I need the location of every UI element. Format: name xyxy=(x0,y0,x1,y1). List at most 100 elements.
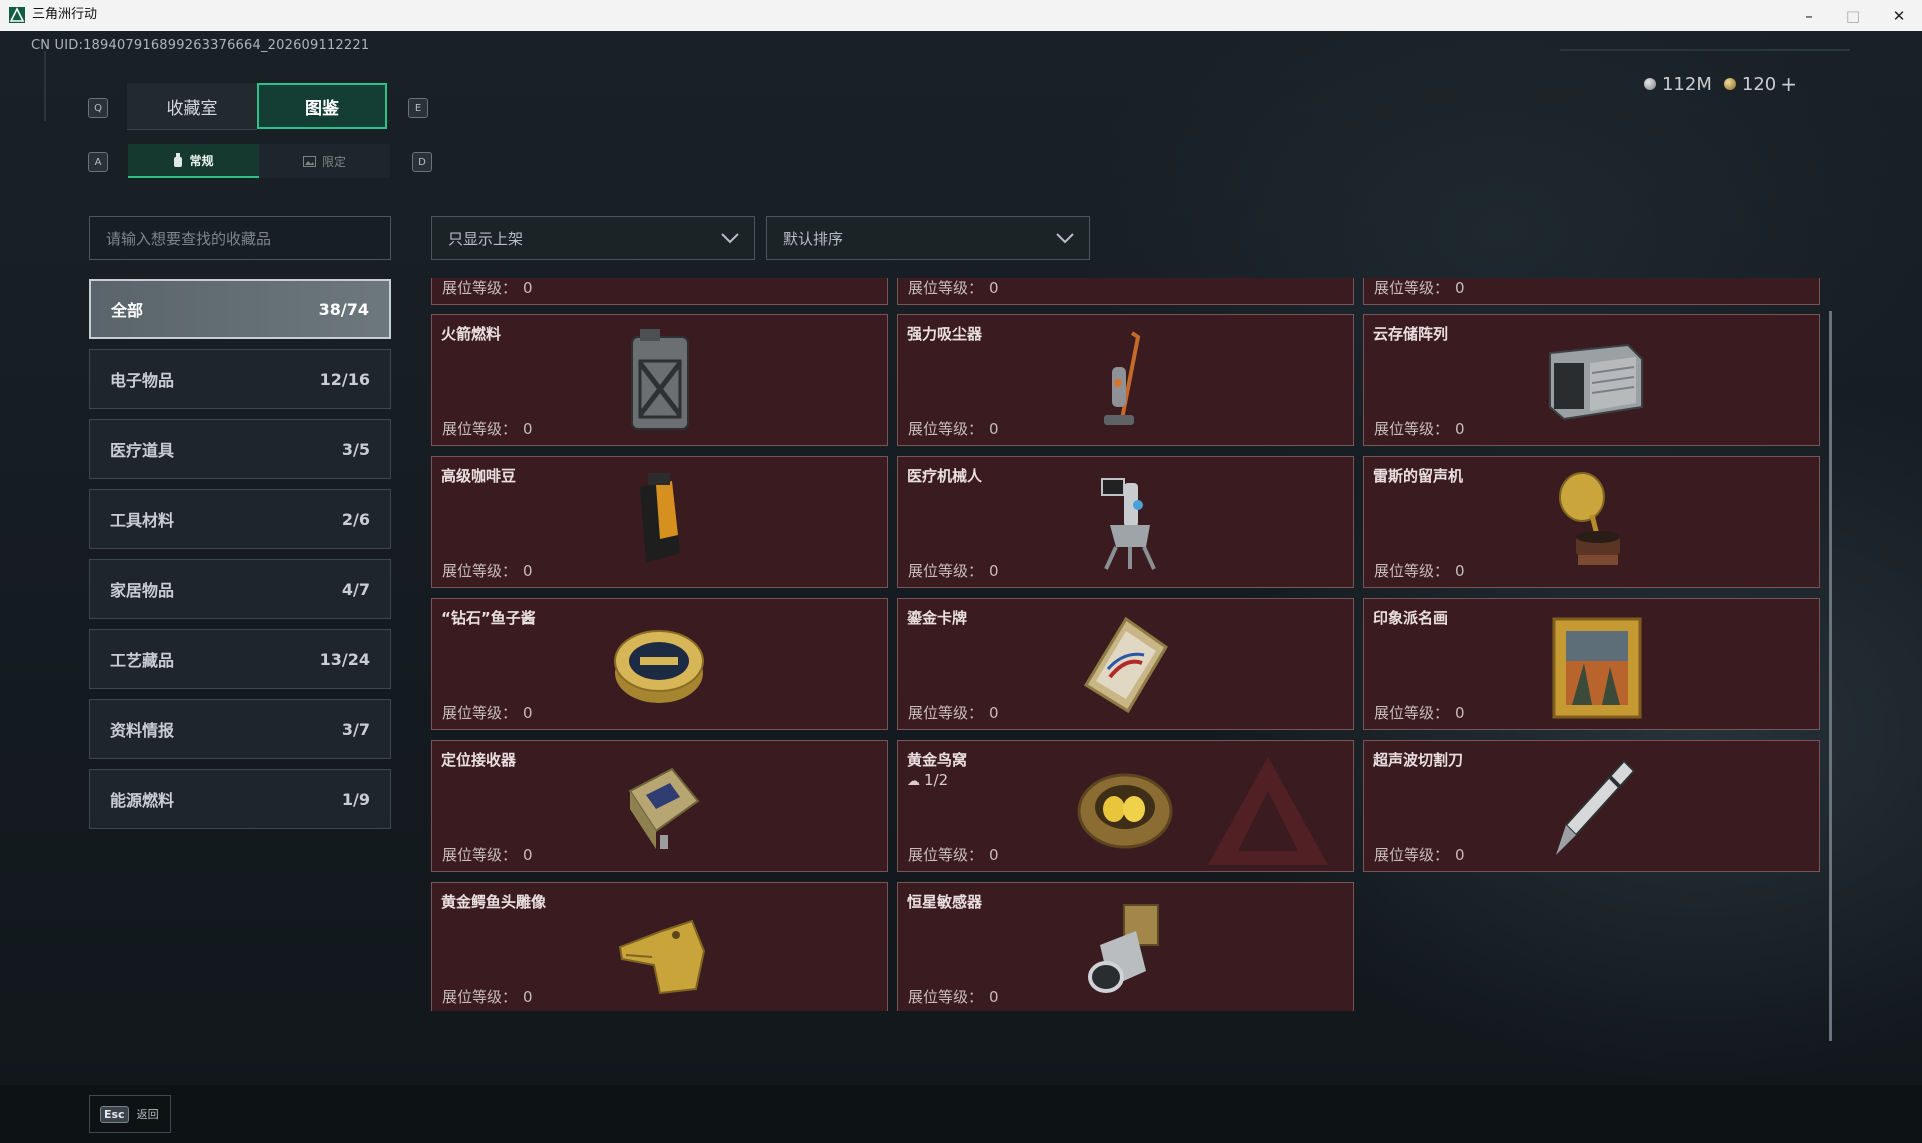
server-icon xyxy=(1549,343,1643,421)
item-level: 展位等级： 0 xyxy=(1374,562,1465,580)
category-label: 家居物品 xyxy=(110,581,175,600)
item-level: 展位等级： 0 xyxy=(908,846,999,864)
category-all[interactable]: 全部 38/74 xyxy=(89,279,391,339)
category-tools[interactable]: 工具材料 2/6 xyxy=(89,489,391,549)
next-tab-key[interactable]: E xyxy=(408,98,428,118)
item-name: 超声波切割刀 xyxy=(1373,751,1464,769)
golden-nest-icon xyxy=(1077,773,1173,849)
next-subtab-key[interactable]: D xyxy=(412,152,432,172)
item-card[interactable]: 展位等级： 0 xyxy=(1363,278,1820,305)
category-energy[interactable]: 能源燃料 1/9 xyxy=(89,769,391,829)
vacuum-icon xyxy=(1104,331,1141,425)
ultrasonic-knife-icon xyxy=(1556,759,1636,855)
item-card[interactable]: 展位等级： 0 xyxy=(897,278,1354,305)
category-count: 13/24 xyxy=(319,649,370,669)
back-button[interactable]: Esc 返回 xyxy=(89,1095,171,1133)
item-name: 雷斯的留声机 xyxy=(1373,467,1464,485)
main-tabs: 收藏室 图鉴 xyxy=(127,83,388,130)
category-intel[interactable]: 资料情报 3/7 xyxy=(89,699,391,759)
close-button[interactable]: ✕ xyxy=(1876,0,1922,31)
watermark-logo-icon xyxy=(1208,757,1328,865)
item-name: 鎏金卡牌 xyxy=(907,609,968,627)
item-name: 火箭燃料 xyxy=(441,325,502,343)
category-household[interactable]: 家居物品 4/7 xyxy=(89,559,391,619)
back-label: 返回 xyxy=(136,1108,159,1121)
decor-line xyxy=(44,51,46,121)
caviar-tin-icon xyxy=(614,630,704,703)
item-card-medical-robot[interactable]: 医疗机械人 展位等级： 0 xyxy=(897,456,1354,588)
item-card-vacuum[interactable]: 强力吸尘器 展位等级： 0 xyxy=(897,314,1354,446)
prev-subtab-key[interactable]: A xyxy=(88,152,108,172)
star-sensor-icon xyxy=(1088,904,1159,993)
item-card[interactable]: 展位等级： 0 xyxy=(431,278,888,305)
currency-panel: 112M 120 + xyxy=(1643,72,1797,96)
item-card-golden-nest[interactable]: 黄金鸟窝 ☁ 1/2 展位等级： 0 xyxy=(897,740,1354,872)
category-count: 38/74 xyxy=(318,299,369,319)
tab-collection-room[interactable]: 收藏室 xyxy=(127,83,257,130)
item-card-painting[interactable]: 印象派名画 展位等级： 0 xyxy=(1363,598,1820,730)
item-card-croc-statue[interactable]: 黄金鳄鱼头雕像 展位等级： 0 xyxy=(431,882,888,1011)
item-name: 定位接收器 xyxy=(441,751,517,769)
maximize-button[interactable]: □ xyxy=(1830,0,1876,31)
item-level: 展位等级： 0 xyxy=(1374,846,1465,864)
category-electronics[interactable]: 电子物品 12/16 xyxy=(89,349,391,409)
subtab-regular[interactable]: 常规 xyxy=(128,144,259,178)
category-label: 工具材料 xyxy=(110,511,175,530)
prev-tab-key[interactable]: Q xyxy=(88,98,108,118)
item-card-cloud-array[interactable]: 云存储阵列 展位等级： 0 xyxy=(1363,314,1820,446)
subtab-limited-label: 限定 xyxy=(321,154,346,169)
item-level: 展位等级： 0 xyxy=(442,279,533,297)
display-filter-dropdown[interactable]: 只显示上架 xyxy=(431,216,755,260)
tab-catalog[interactable]: 图鉴 xyxy=(257,83,387,129)
category-count: 3/7 xyxy=(341,719,370,739)
painting-icon xyxy=(1552,617,1642,719)
item-name: 强力吸尘器 xyxy=(907,325,983,343)
coffee-bag-icon xyxy=(640,473,680,563)
item-card-caviar[interactable]: “钻石”鱼子酱 展位等级： 0 xyxy=(431,598,888,730)
window-titlebar: 三角洲行动 – □ ✕ xyxy=(0,0,1922,31)
gps-receiver-icon xyxy=(628,767,700,849)
subtab-regular-label: 常规 xyxy=(189,153,214,168)
item-name: 云存储阵列 xyxy=(1373,325,1449,343)
gilded-card-icon xyxy=(1083,616,1169,714)
item-grid: 展位等级： 0 展位等级： 0 展位等级： 0 火箭燃料 展位等级： 0 强力吸尘器 展… xyxy=(431,278,1831,1011)
grid-scrollbar[interactable] xyxy=(1829,311,1832,1041)
subtab-limited[interactable]: 限定 xyxy=(259,144,390,178)
item-name: 恒星敏感器 xyxy=(907,893,983,911)
item-level: 展位等级： 0 xyxy=(442,988,533,1006)
minimize-button[interactable]: – xyxy=(1786,0,1832,31)
sort-value: 默认排序 xyxy=(783,229,844,248)
item-card-coffee[interactable]: 高级咖啡豆 展位等级： 0 xyxy=(431,456,888,588)
search-input[interactable]: 请输入想要查找的收藏品 xyxy=(89,216,391,260)
item-name: 高级咖啡豆 xyxy=(441,467,517,485)
category-medical[interactable]: 医疗道具 3/5 xyxy=(89,419,391,479)
item-level: 展位等级： 0 xyxy=(908,988,999,1006)
item-card-gramophone[interactable]: 雷斯的留声机 展位等级： 0 xyxy=(1363,456,1820,588)
gramophone-icon xyxy=(1559,472,1620,565)
decor-line xyxy=(1560,49,1850,51)
item-card-star-sensor[interactable]: 恒星敏感器 展位等级： 0 xyxy=(897,882,1354,1011)
add-currency-button[interactable]: + xyxy=(1780,72,1797,96)
item-card-ultrasonic-knife[interactable]: 超声波切割刀 展位等级： 0 xyxy=(1363,740,1820,872)
image-icon xyxy=(302,155,316,167)
item-card-gilded-card[interactable]: 鎏金卡牌 展位等级： 0 xyxy=(897,598,1354,730)
user-uid: CN UID:18940791689926337​6664_2026091122… xyxy=(31,38,370,53)
item-level: 展位等级： 0 xyxy=(1374,420,1465,438)
item-card-gps-receiver[interactable]: 定位接收器 展位等级： 0 xyxy=(431,740,888,872)
item-level: 展位等级： 0 xyxy=(442,846,533,864)
item-card-rocket-fuel[interactable]: 火箭燃料 展位等级： 0 xyxy=(431,314,888,446)
item-level: 展位等级： 0 xyxy=(908,562,999,580)
item-level: 展位等级： 0 xyxy=(908,420,999,438)
item-progress: ☁ 1/2 xyxy=(907,771,949,789)
category-count: 12/16 xyxy=(319,369,370,389)
category-crafts[interactable]: 工艺藏品 13/24 xyxy=(89,629,391,689)
app-logo-icon xyxy=(9,7,25,23)
bottle-icon xyxy=(174,153,183,167)
category-label: 工艺藏品 xyxy=(110,651,175,670)
silver-coin-icon xyxy=(1643,78,1656,90)
category-label: 医疗道具 xyxy=(110,441,175,460)
item-level: 展位等级： 0 xyxy=(908,279,999,297)
sort-dropdown[interactable]: 默认排序 xyxy=(766,216,1090,260)
group-icon: ☁ xyxy=(907,774,920,789)
item-name: 医疗机械人 xyxy=(907,467,983,485)
